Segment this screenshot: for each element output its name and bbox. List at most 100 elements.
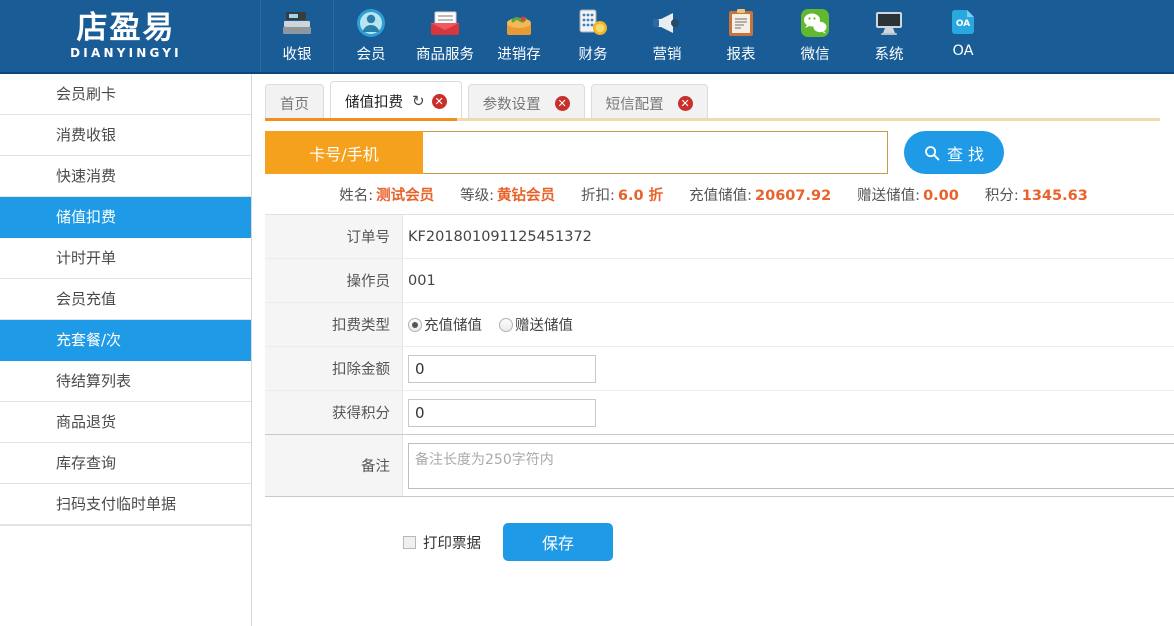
radio-selected-icon[interactable] bbox=[408, 317, 422, 332]
member-recharge-balance-label: 充值储值: bbox=[689, 187, 753, 204]
tab-label: 短信配置 bbox=[605, 96, 664, 113]
member-level-field: 等级: 黄钻会员 bbox=[460, 184, 555, 205]
nav-label: 收银 bbox=[282, 47, 312, 63]
megaphone-icon bbox=[650, 6, 684, 40]
tab-stored-value-deduction[interactable]: 储值扣费 ↻ ✕ bbox=[330, 81, 462, 121]
nav-item-member[interactable]: 会员 bbox=[334, 0, 408, 72]
member-gift-balance-value: 0.00 bbox=[923, 187, 959, 204]
sidebar-item-member-recharge[interactable]: 会员充值 bbox=[0, 279, 251, 320]
close-icon[interactable]: ✕ bbox=[677, 95, 693, 111]
radio-label: 充值储值 bbox=[424, 318, 482, 334]
cash-register-icon bbox=[280, 6, 314, 40]
app-logo[interactable]: 店盈易 DIANYINGYI bbox=[0, 0, 252, 72]
close-icon[interactable]: ✕ bbox=[554, 95, 570, 111]
radio-option-gift-balance[interactable]: 赠送储值 bbox=[499, 314, 573, 335]
search-field-label: 卡号/手机 bbox=[265, 131, 423, 174]
nav-label: 微信 bbox=[800, 47, 830, 63]
form-row-deduct-amount: 扣除金额 bbox=[265, 347, 1174, 391]
search-input[interactable] bbox=[423, 131, 888, 174]
close-icon[interactable]: ✕ bbox=[431, 94, 447, 109]
order-no-value: KF201801091125451372 bbox=[408, 228, 592, 245]
earn-points-input[interactable] bbox=[408, 398, 596, 427]
nav-item-goods-service[interactable]: 商品服务 bbox=[408, 0, 482, 72]
inventory-icon bbox=[502, 6, 536, 40]
tab-label: 参数设置 bbox=[482, 96, 541, 113]
tab-home[interactable]: 首页 bbox=[265, 84, 324, 121]
svg-text:OA: OA bbox=[956, 19, 970, 29]
search-button[interactable]: 查 找 bbox=[904, 131, 1004, 174]
print-receipt-checkbox[interactable] bbox=[403, 535, 416, 549]
sidebar-divider bbox=[0, 525, 251, 526]
nav-item-inventory[interactable]: 进销存 bbox=[482, 0, 556, 72]
nav-item-cashier[interactable]: 收银 bbox=[260, 0, 334, 72]
sidebar-item-product-return[interactable]: 商品退货 bbox=[0, 402, 251, 443]
member-recharge-balance-field: 充值储值: 20607.92 bbox=[689, 184, 831, 205]
nav-label: 会员 bbox=[356, 47, 386, 63]
member-level-value: 黄钻会员 bbox=[497, 187, 555, 204]
nav-label: 系统 bbox=[874, 47, 904, 63]
member-gift-balance-label: 赠送储值: bbox=[857, 187, 921, 204]
nav-item-system[interactable]: 系统 bbox=[852, 0, 926, 72]
sidebar-item-stored-value-deduction[interactable]: 储值扣费 bbox=[0, 197, 251, 238]
search-button-label: 查 找 bbox=[946, 144, 985, 164]
operator-label: 操作员 bbox=[265, 259, 403, 302]
member-discount-label: 折扣: bbox=[581, 187, 615, 204]
nav-item-wechat[interactable]: 微信 bbox=[778, 0, 852, 72]
sidebar-item-scan-pay-temp-doc[interactable]: 扫码支付临时单据 bbox=[0, 484, 251, 525]
earn-points-label: 获得积分 bbox=[265, 391, 403, 434]
form-row-remark: 备注 bbox=[265, 435, 1174, 497]
logo-english-text: DIANYINGYI bbox=[70, 45, 182, 60]
member-points-value: 1345.63 bbox=[1021, 187, 1088, 204]
nav-label: 财务 bbox=[578, 47, 608, 63]
member-recharge-balance-value: 20607.92 bbox=[755, 187, 832, 204]
save-button[interactable]: 保存 bbox=[503, 523, 613, 561]
sidebar-item-pending-settlement[interactable]: 待结算列表 bbox=[0, 361, 251, 402]
nav-item-oa[interactable]: OA OA bbox=[926, 0, 1000, 72]
radio-unselected-icon[interactable] bbox=[499, 317, 513, 332]
sidebar-item-consume-cashier[interactable]: 消费收银 bbox=[0, 115, 251, 156]
goods-box-icon bbox=[428, 6, 462, 40]
card-search-row: 卡号/手机 查 找 bbox=[265, 131, 1162, 174]
wechat-icon bbox=[798, 6, 832, 40]
top-navigation-bar: 店盈易 DIANYINGYI 收银 会员 商品服务 进销存 财务 营销 报表 微… bbox=[0, 0, 1174, 74]
tab-label: 首页 bbox=[280, 96, 309, 113]
nav-item-finance[interactable]: 财务 bbox=[556, 0, 630, 72]
print-receipt-label: 打印票据 bbox=[423, 535, 481, 552]
member-name-value: 测试会员 bbox=[376, 187, 435, 204]
form-row-order-no: 订单号 KF201801091125451372 bbox=[265, 215, 1174, 259]
nav-label: 营销 bbox=[652, 47, 682, 63]
remark-value bbox=[403, 435, 1174, 496]
form-row-operator: 操作员 001 bbox=[265, 259, 1174, 303]
left-sidebar-menu: 会员刷卡 消费收银 快速消费 储值扣费 计时开单 会员充值 充套餐/次 待结算列… bbox=[0, 74, 252, 626]
tab-bar: 首页 储值扣费 ↻ ✕ 参数设置 ✕ 短信配置 ✕ bbox=[253, 74, 1174, 121]
refresh-icon[interactable]: ↻ bbox=[412, 94, 425, 109]
sidebar-item-member-swipe[interactable]: 会员刷卡 bbox=[0, 74, 251, 115]
radio-label: 赠送储值 bbox=[515, 318, 573, 334]
sidebar-item-stock-query[interactable]: 库存查询 bbox=[0, 443, 251, 484]
radio-option-recharge-balance[interactable]: 充值储值 bbox=[408, 314, 482, 335]
sidebar-item-quick-consume[interactable]: 快速消费 bbox=[0, 156, 251, 197]
tab-sms-config[interactable]: 短信配置 ✕ bbox=[590, 84, 708, 121]
deduct-amount-input[interactable] bbox=[408, 354, 596, 383]
finance-coins-icon bbox=[576, 6, 610, 40]
member-name-field: 姓名: 测试会员 bbox=[339, 184, 434, 205]
search-icon bbox=[925, 145, 940, 160]
nav-label: OA bbox=[952, 43, 974, 59]
tab-parameter-settings[interactable]: 参数设置 ✕ bbox=[467, 84, 585, 121]
remark-label: 备注 bbox=[265, 435, 403, 496]
order-no-label: 订单号 bbox=[265, 215, 403, 258]
member-points-label: 积分: bbox=[984, 187, 1019, 204]
nav-item-report[interactable]: 报表 bbox=[704, 0, 778, 72]
sidebar-item-timed-order[interactable]: 计时开单 bbox=[0, 238, 251, 279]
main-content-area: 首页 储值扣费 ↻ ✕ 参数设置 ✕ 短信配置 ✕ 卡号/手机 查 找 姓名: … bbox=[253, 74, 1174, 626]
member-points-field: 积分: 1345.63 bbox=[985, 184, 1088, 205]
sidebar-item-package-recharge[interactable]: 充套餐/次 bbox=[0, 320, 251, 361]
fee-type-label: 扣费类型 bbox=[265, 303, 403, 346]
nav-label: 进销存 bbox=[497, 47, 541, 63]
top-nav-items: 收银 会员 商品服务 进销存 财务 营销 报表 微信 系统 OA OA bbox=[252, 0, 1174, 72]
nav-item-marketing[interactable]: 营销 bbox=[630, 0, 704, 72]
nav-label: 报表 bbox=[726, 47, 756, 63]
remark-textarea[interactable] bbox=[408, 443, 1174, 489]
fee-type-radio-group: 充值储值 赠送储值 bbox=[408, 314, 585, 335]
member-info-bar: 姓名: 测试会员 等级: 黄钻会员 折扣: 6.0 折 充值储值: 20607.92 赠… bbox=[265, 174, 1162, 214]
